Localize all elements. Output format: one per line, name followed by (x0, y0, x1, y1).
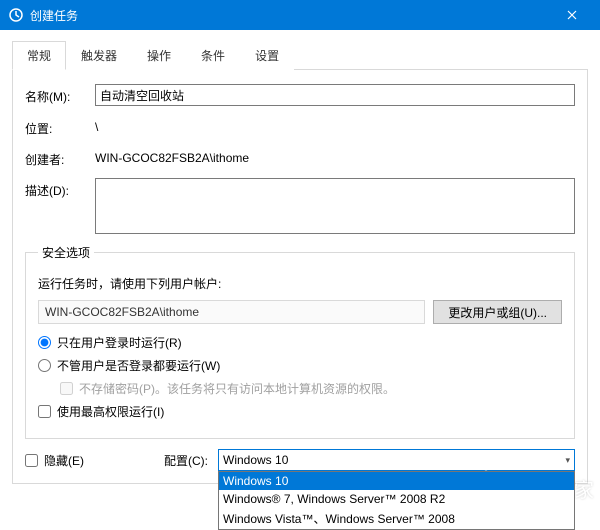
name-label: 名称(M): (25, 84, 95, 105)
bottom-row: 隐藏(E) 配置(C): Windows 10 ▾ Windows 10 Win… (25, 449, 575, 471)
highest-priv-input[interactable] (38, 405, 51, 418)
config-option-2[interactable]: Windows Vista™、Windows Server™ 2008 (219, 508, 574, 529)
config-dropdown: Windows 10 Windows® 7, Windows Server™ 2… (218, 471, 575, 530)
highest-priv-label: 使用最高权限运行(I) (57, 403, 164, 420)
hidden-check[interactable]: 隐藏(E) (25, 452, 84, 469)
radio-logged-on-label: 只在用户登录时运行(R) (57, 334, 182, 351)
config-option-1[interactable]: Windows® 7, Windows Server™ 2008 R2 (219, 490, 574, 508)
chevron-down-icon: ▾ (565, 455, 570, 466)
run-as-text: 运行任务时，请使用下列用户帐户: (38, 275, 562, 292)
no-password-label: 不存储密码(P)。该任务将只有访问本地计算机资源的权限。 (79, 380, 395, 397)
tab-triggers[interactable]: 触发器 (66, 41, 132, 70)
location-label: 位置: (25, 116, 95, 137)
tab-settings[interactable]: 设置 (240, 41, 294, 70)
close-button[interactable] (552, 0, 592, 30)
security-options-group: 安全选项 运行任务时，请使用下列用户帐户: WIN-GCOC82FSB2A\it… (25, 244, 575, 439)
window-title: 创建任务 (30, 7, 552, 24)
hidden-label: 隐藏(E) (44, 452, 84, 469)
config-select[interactable]: Windows 10 ▾ Windows 10 Windows® 7, Wind… (218, 449, 575, 471)
radio-any-input[interactable] (38, 359, 51, 372)
tab-conditions[interactable]: 条件 (186, 41, 240, 70)
highest-priv-check[interactable]: 使用最高权限运行(I) (38, 403, 562, 420)
no-password-check: 不存储密码(P)。该任务将只有访问本地计算机资源的权限。 (60, 380, 562, 397)
description-input[interactable] (95, 178, 575, 234)
config-option-0[interactable]: Windows 10 (219, 472, 574, 490)
content-area: 常规 触发器 操作 条件 设置 名称(M): 位置: \ 创建者: WIN-GC… (0, 30, 600, 492)
app-icon (8, 7, 24, 23)
radio-any[interactable]: 不管用户是否登录都要运行(W) (38, 357, 562, 374)
change-user-button[interactable]: 更改用户或组(U)... (433, 300, 562, 324)
config-select-box[interactable]: Windows 10 ▾ (218, 449, 575, 471)
author-label: 创建者: (25, 147, 95, 168)
radio-logged-on-input[interactable] (38, 336, 51, 349)
config-label: 配置(C): (164, 452, 208, 469)
tab-panel-general: 名称(M): 位置: \ 创建者: WIN-GCOC82FSB2A\ithome… (12, 70, 588, 484)
radio-any-label: 不管用户是否登录都要运行(W) (57, 357, 220, 374)
security-legend: 安全选项 (38, 244, 94, 261)
tabs: 常规 触发器 操作 条件 设置 (12, 40, 588, 70)
titlebar: 创建任务 (0, 0, 600, 30)
no-password-input (60, 382, 73, 395)
account-display: WIN-GCOC82FSB2A\ithome (38, 300, 425, 324)
config-select-value: Windows 10 (223, 453, 565, 467)
radio-logged-on[interactable]: 只在用户登录时运行(R) (38, 334, 562, 351)
tab-general[interactable]: 常规 (12, 41, 66, 70)
name-input[interactable] (95, 84, 575, 106)
description-label: 描述(D): (25, 178, 95, 199)
hidden-input[interactable] (25, 454, 38, 467)
author-value: WIN-GCOC82FSB2A\ithome (95, 147, 249, 165)
tab-actions[interactable]: 操作 (132, 41, 186, 70)
location-value: \ (95, 116, 98, 134)
